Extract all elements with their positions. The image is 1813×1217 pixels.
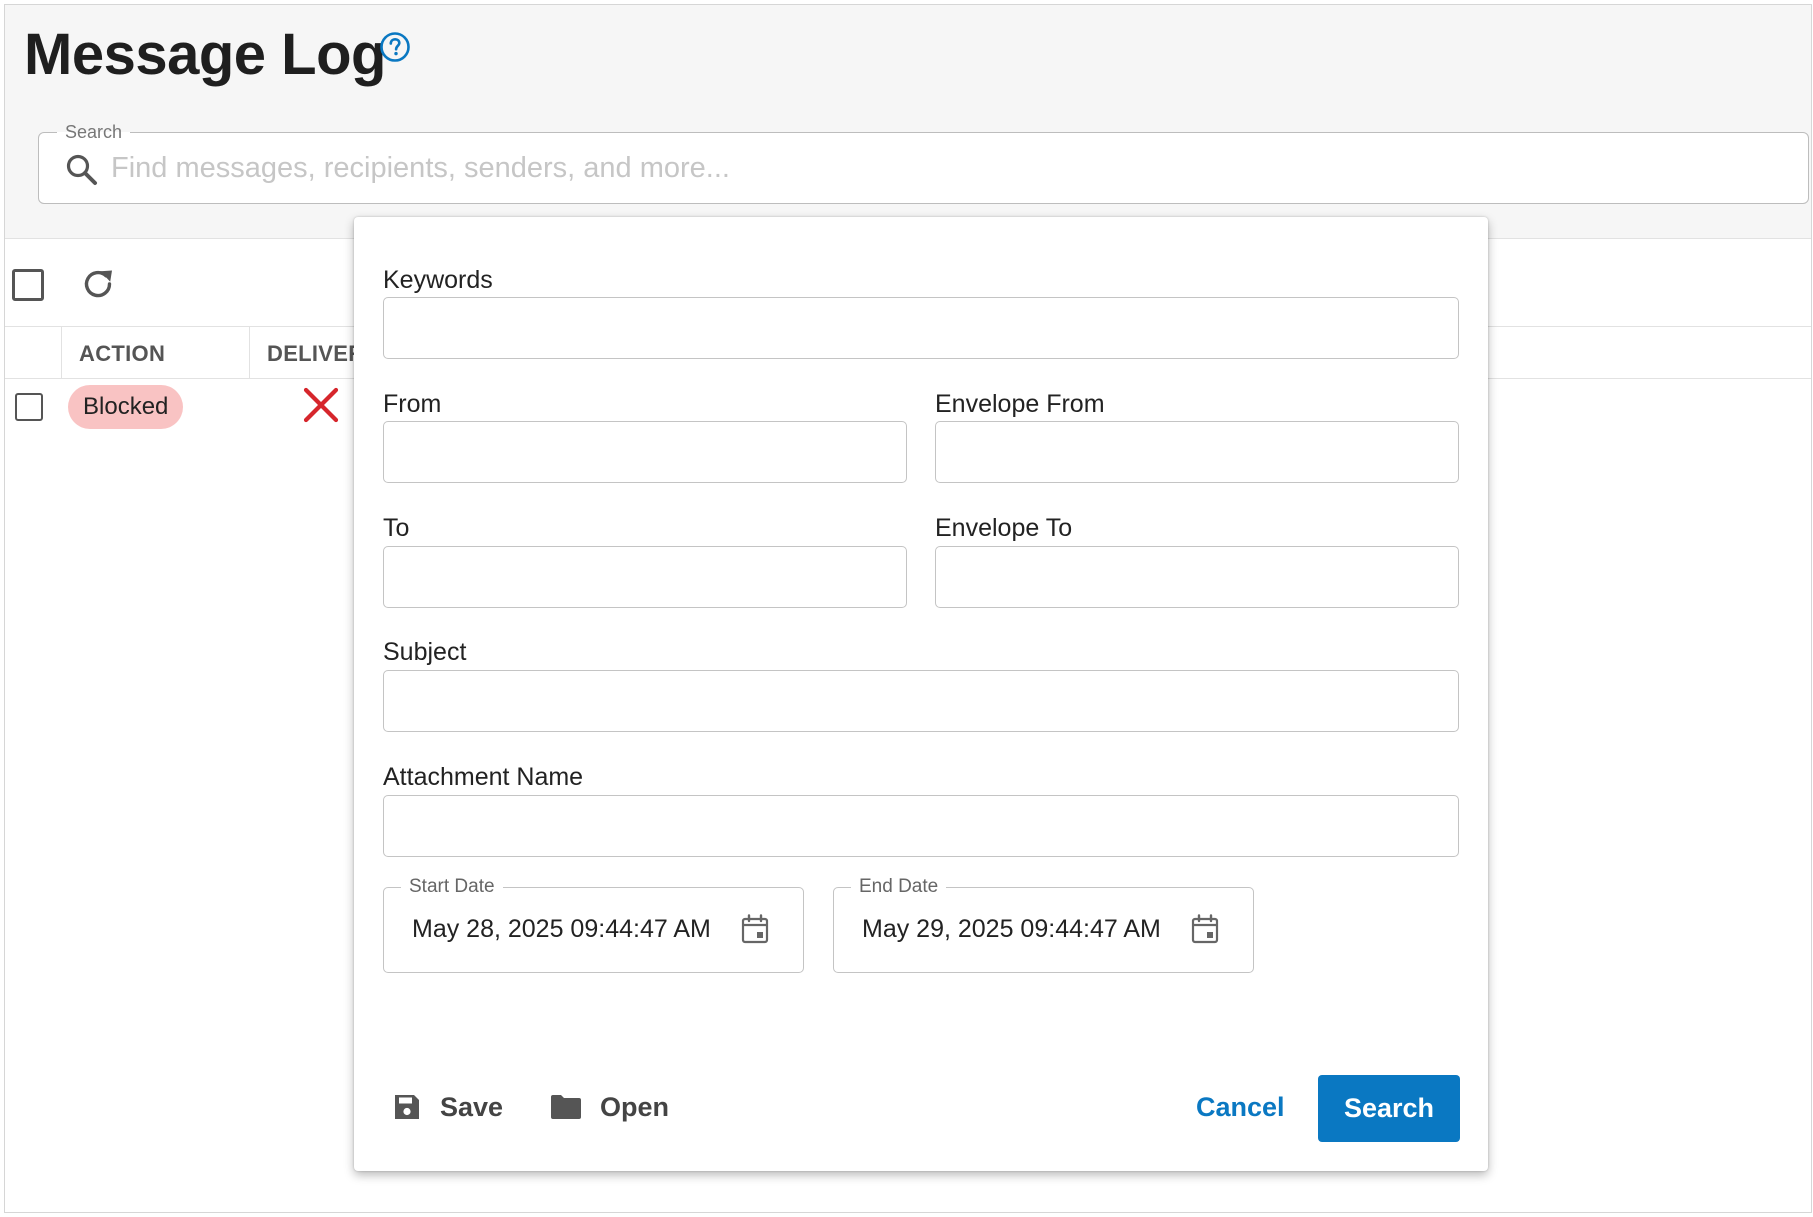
search-icon — [66, 154, 97, 185]
help-circle-icon[interactable] — [379, 31, 411, 63]
folder-icon — [551, 1095, 581, 1119]
subject-field[interactable] — [383, 670, 1459, 732]
select-all-checkbox[interactable] — [12, 269, 44, 301]
end-date-label: End Date — [851, 876, 947, 898]
subject-input[interactable] — [384, 671, 1458, 731]
envelope-to-field[interactable] — [935, 546, 1459, 608]
keywords-label: Keywords — [383, 266, 493, 294]
page-header: Message Log Search — [5, 5, 1811, 239]
start-date-value[interactable]: May 28, 2025 09:44:47 AM — [412, 915, 711, 944]
end-date-field[interactable]: End Date May 29, 2025 09:44:47 AM — [833, 876, 1254, 973]
end-date-value[interactable]: May 29, 2025 09:44:47 AM — [862, 915, 1161, 944]
subject-label: Subject — [383, 638, 467, 666]
attachment-name-input[interactable] — [384, 796, 1458, 856]
search-legend: Search — [57, 121, 131, 143]
from-field[interactable] — [383, 421, 907, 483]
to-field[interactable] — [383, 546, 907, 608]
envelope-to-input[interactable] — [936, 547, 1458, 607]
start-date-label: Start Date — [401, 876, 503, 898]
save-icon — [395, 1095, 419, 1119]
row-checkbox[interactable] — [15, 393, 43, 421]
column-header-delivery[interactable]: DELIVER — [267, 341, 364, 367]
envelope-to-label: Envelope To — [935, 514, 1073, 542]
save-button[interactable]: Save — [392, 1081, 503, 1133]
keywords-field[interactable] — [383, 297, 1459, 359]
search-button[interactable]: Search — [1318, 1075, 1460, 1142]
column-divider — [61, 327, 62, 379]
page-title: Message Log — [24, 22, 386, 87]
envelope-from-input[interactable] — [936, 422, 1458, 482]
keywords-input[interactable] — [384, 298, 1458, 358]
refresh-icon[interactable] — [79, 265, 117, 303]
calendar-icon[interactable] — [1190, 913, 1220, 945]
column-header-action[interactable]: ACTION — [79, 341, 165, 367]
cancel-button[interactable]: Cancel — [1182, 1081, 1299, 1133]
to-input[interactable] — [384, 547, 906, 607]
search-input[interactable] — [111, 147, 1791, 189]
save-label: Save — [440, 1091, 504, 1122]
to-label: To — [383, 514, 410, 542]
open-button[interactable]: Open — [550, 1081, 669, 1133]
open-label: Open — [600, 1091, 670, 1122]
from-input[interactable] — [384, 422, 906, 482]
attachment-name-field[interactable] — [383, 795, 1459, 857]
advanced-search-dialog: Keywords From Envelope From To Envelope … — [354, 217, 1488, 1171]
column-divider — [249, 327, 250, 379]
status-badge: Blocked — [68, 385, 184, 429]
from-label: From — [383, 390, 442, 418]
start-date-field[interactable]: Start Date May 28, 2025 09:44:47 AM — [383, 876, 804, 973]
envelope-from-label: Envelope From — [935, 390, 1105, 418]
calendar-icon[interactable] — [740, 913, 770, 945]
envelope-from-field[interactable] — [935, 421, 1459, 483]
search-box[interactable]: Search — [38, 121, 1809, 204]
x-icon — [303, 387, 339, 423]
attachment-name-label: Attachment Name — [383, 763, 584, 791]
